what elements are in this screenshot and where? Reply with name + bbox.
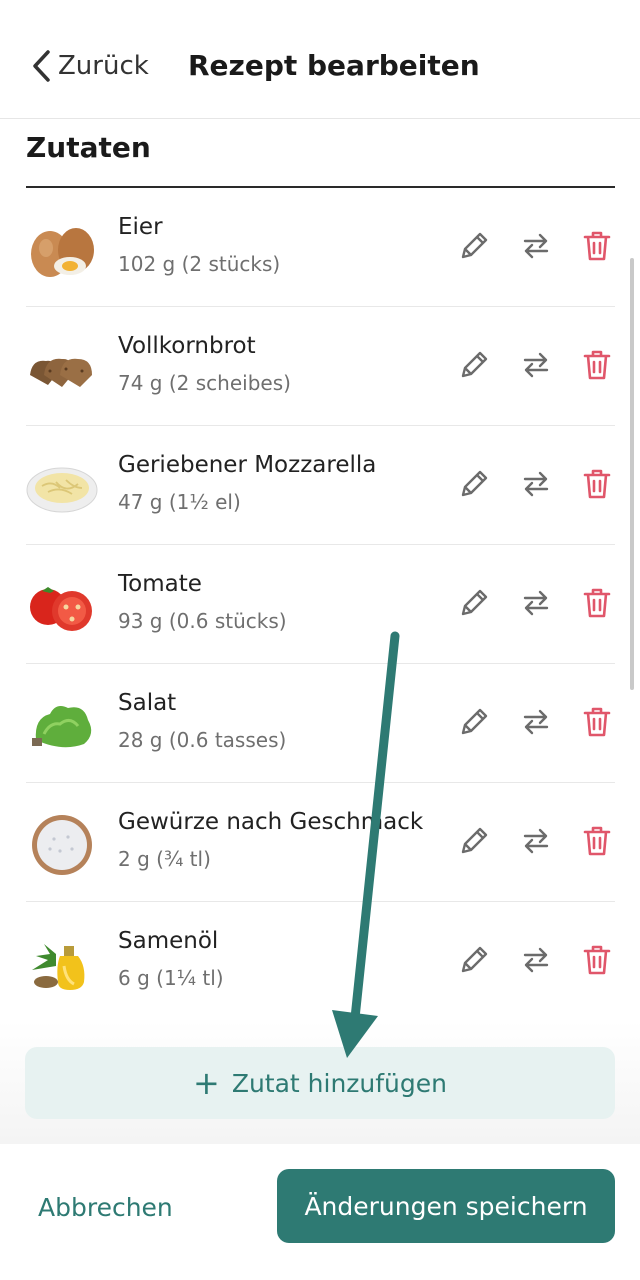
trash-icon [582, 824, 612, 862]
ingredient-amount: 74 g (2 scheibes) [118, 371, 291, 395]
add-ingredient-label: Zutat hinzufügen [231, 1068, 447, 1098]
delete-button[interactable] [577, 942, 617, 982]
swap-arrows-icon [521, 469, 551, 503]
ingredient-name: Eier [118, 214, 163, 240]
ingredient-row[interactable]: Vollkornbrot 74 g (2 scheibes) [26, 307, 615, 426]
bread-image [26, 331, 98, 403]
ingredient-amount: 102 g (2 stücks) [118, 252, 281, 276]
swap-arrows-icon [521, 945, 551, 979]
trash-icon [582, 467, 612, 505]
ingredient-row[interactable]: Geriebener Mozzarella 47 g (1½ el) [26, 426, 615, 545]
edit-button[interactable] [454, 585, 494, 625]
swap-arrows-icon [521, 826, 551, 860]
ingredient-name: Tomate [118, 571, 202, 597]
pencil-icon [457, 229, 491, 267]
edit-button[interactable] [454, 942, 494, 982]
swap-button[interactable] [516, 704, 556, 744]
delete-button[interactable] [577, 704, 617, 744]
seed-oil-image [26, 926, 98, 998]
swap-button[interactable] [516, 585, 556, 625]
pencil-icon [457, 348, 491, 386]
trash-icon [582, 229, 612, 267]
trash-icon [582, 586, 612, 624]
swap-arrows-icon [521, 231, 551, 265]
tomato-image [26, 569, 98, 641]
ingredient-name: Gewürze nach Geschmack [118, 809, 424, 835]
delete-button[interactable] [577, 347, 617, 387]
scrollbar[interactable] [630, 258, 634, 690]
ingredient-row[interactable]: Salat 28 g (0.6 tasses) [26, 664, 615, 783]
ingredient-amount: 28 g (0.6 tasses) [118, 728, 287, 752]
ingredient-row[interactable]: Samenöl 6 g (1¼ tl) [26, 902, 615, 1020]
ingredient-amount: 47 g (1½ el) [118, 490, 241, 514]
back-button[interactable]: Zurück [30, 44, 149, 88]
ingredient-row[interactable]: Tomate 93 g (0.6 stücks) [26, 545, 615, 664]
edit-button[interactable] [454, 347, 494, 387]
ingredient-amount: 93 g (0.6 stücks) [118, 609, 287, 633]
swap-button[interactable] [516, 942, 556, 982]
swap-arrows-icon [521, 707, 551, 741]
swap-button[interactable] [516, 228, 556, 268]
ingredient-name: Geriebener Mozzarella [118, 452, 377, 478]
delete-button[interactable] [577, 585, 617, 625]
edit-button[interactable] [454, 823, 494, 863]
delete-button[interactable] [577, 466, 617, 506]
trash-icon [582, 348, 612, 386]
ingredient-amount: 2 g (¾ tl) [118, 847, 211, 871]
ingredient-name: Vollkornbrot [118, 333, 256, 359]
back-label: Zurück [58, 51, 149, 81]
plus-icon: + [193, 1064, 220, 1102]
swap-button[interactable] [516, 466, 556, 506]
spices-image [26, 807, 98, 879]
swap-arrows-icon [521, 350, 551, 384]
pencil-icon [457, 824, 491, 862]
lettuce-image [26, 688, 98, 760]
ingredient-name: Samenöl [118, 928, 219, 954]
pencil-icon [457, 467, 491, 505]
pencil-icon [457, 943, 491, 981]
save-changes-button[interactable]: Änderungen speichern [277, 1169, 615, 1243]
chevron-left-icon [30, 49, 52, 83]
section-title: Zutaten [26, 131, 151, 164]
ingredient-amount: 6 g (1¼ tl) [118, 966, 224, 990]
edit-button[interactable] [454, 228, 494, 268]
add-ingredient-button[interactable]: + Zutat hinzufügen [25, 1047, 615, 1119]
delete-button[interactable] [577, 823, 617, 863]
swap-button[interactable] [516, 823, 556, 863]
edit-button[interactable] [454, 466, 494, 506]
ingredient-row[interactable]: Eier 102 g (2 stücks) [26, 188, 615, 307]
delete-button[interactable] [577, 228, 617, 268]
mozzarella-image [26, 450, 98, 522]
ingredient-name: Salat [118, 690, 177, 716]
cancel-button[interactable]: Abbrechen [38, 1188, 173, 1228]
eggs-image [26, 212, 98, 284]
edit-button[interactable] [454, 704, 494, 744]
swap-button[interactable] [516, 347, 556, 387]
trash-icon [582, 943, 612, 981]
ingredient-row[interactable]: Gewürze nach Geschmack 2 g (¾ tl) [26, 783, 615, 902]
trash-icon [582, 705, 612, 743]
page-title: Rezept bearbeiten [188, 49, 480, 82]
pencil-icon [457, 705, 491, 743]
swap-arrows-icon [521, 588, 551, 622]
app-header: Zurück Rezept bearbeiten [0, 0, 640, 119]
pencil-icon [457, 586, 491, 624]
ingredient-list: Eier 102 g (2 stücks) Vollkornbrot 74 g … [0, 188, 640, 1020]
